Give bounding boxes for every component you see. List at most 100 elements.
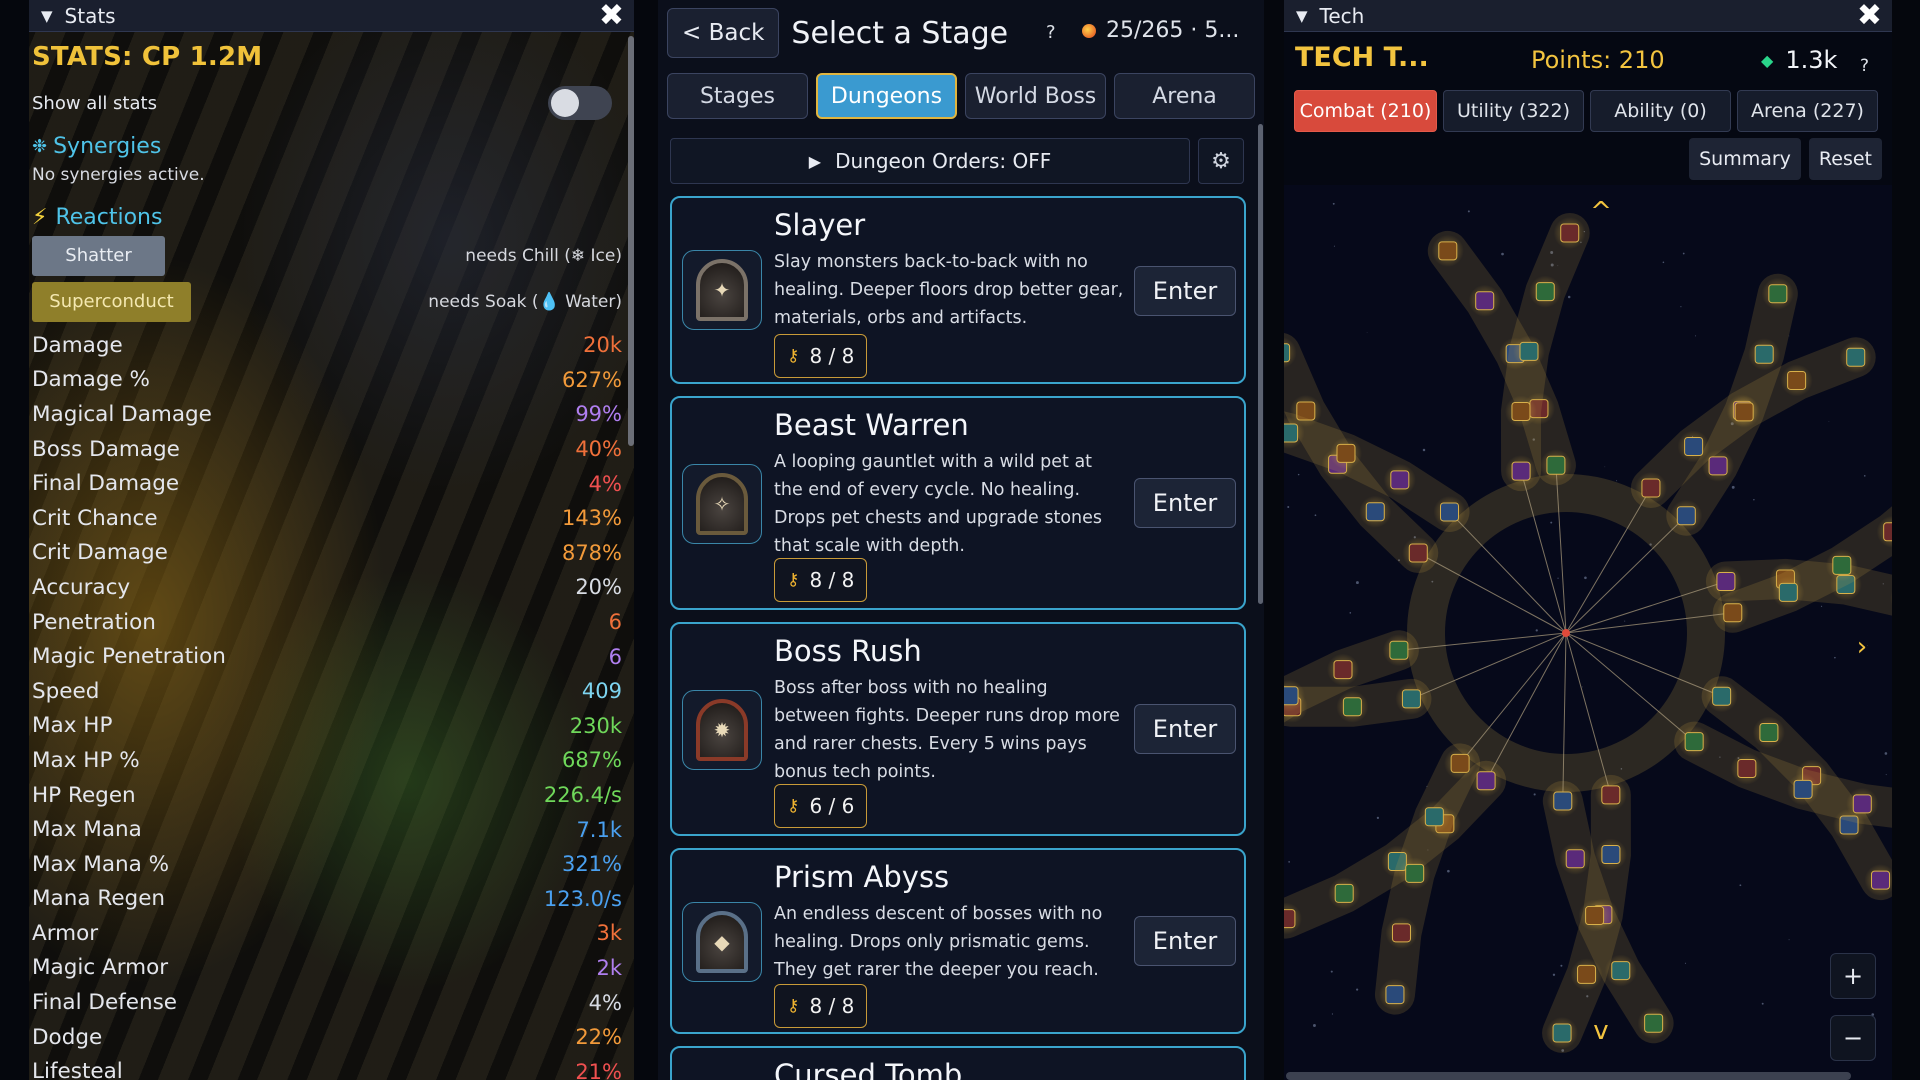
tech-node[interactable] — [1336, 443, 1356, 463]
tech-tree[interactable]: ^ v › — [1284, 185, 1892, 1080]
dungeon-card[interactable]: Cursed Tomb — [670, 1046, 1246, 1080]
nav-down-arrow-icon[interactable]: v — [1593, 1016, 1608, 1046]
tech-node[interactable] — [1408, 543, 1428, 563]
tech-node[interactable] — [1284, 423, 1299, 443]
nav-up-arrow-icon[interactable]: ^ — [1590, 197, 1612, 227]
collapse-triangle-icon[interactable]: ▼ — [41, 7, 53, 25]
tree-root-node[interactable] — [1562, 629, 1570, 637]
tech-node[interactable] — [1787, 370, 1807, 390]
tech-node[interactable] — [1883, 522, 1892, 542]
tech-node[interactable] — [1365, 502, 1385, 522]
tech-titlebar[interactable]: ▼ Tech ✖ — [1284, 0, 1892, 32]
tech-node[interactable] — [1712, 686, 1732, 706]
tech-node[interactable] — [1734, 402, 1754, 422]
tech-node[interactable] — [1390, 470, 1410, 490]
tab-dungeons[interactable]: Dungeons — [816, 73, 957, 119]
tech-hscrollbar[interactable] — [1286, 1072, 1851, 1080]
tech-node[interactable] — [1519, 341, 1539, 361]
tech-node[interactable] — [1401, 689, 1421, 709]
tech-node[interactable] — [1405, 863, 1425, 883]
tech-node[interactable] — [1476, 771, 1496, 791]
reset-button[interactable]: Reset — [1808, 138, 1882, 180]
tech-node[interactable] — [1676, 506, 1696, 526]
tech-node[interactable] — [1475, 291, 1495, 311]
tech-node[interactable] — [1846, 347, 1866, 367]
tech-node[interactable] — [1284, 343, 1291, 363]
tech-node[interactable] — [1601, 844, 1621, 864]
tab-world-boss[interactable]: World Boss — [965, 73, 1106, 119]
tech-node[interactable] — [1552, 1023, 1572, 1043]
tech-node[interactable] — [1511, 461, 1531, 481]
tech-node[interactable] — [1546, 455, 1566, 475]
back-button[interactable]: < Back — [667, 8, 780, 58]
tab-stages[interactable]: Stages — [667, 73, 808, 119]
tech-node[interactable] — [1684, 732, 1704, 752]
gear-icon[interactable]: ⚙ — [1198, 138, 1244, 184]
tech-node[interactable] — [1334, 883, 1354, 903]
tech-node[interactable] — [1708, 456, 1728, 476]
tech-node[interactable] — [1553, 791, 1573, 811]
enter-button[interactable]: Enter — [1134, 916, 1236, 966]
tech-node[interactable] — [1754, 344, 1774, 364]
tech-node[interactable] — [1565, 849, 1585, 869]
tech-node[interactable] — [1511, 402, 1531, 422]
tech-node[interactable] — [1284, 686, 1299, 706]
tech-node[interactable] — [1284, 909, 1296, 929]
close-icon[interactable]: ✖ — [599, 1, 624, 31]
superconduct-button[interactable]: Superconduct — [32, 282, 191, 322]
nav-right-arrow-icon[interactable]: › — [1857, 632, 1867, 662]
stage-scrollbar[interactable] — [1258, 124, 1263, 604]
dungeon-orders-button[interactable]: ▶ Dungeon Orders: OFF — [670, 138, 1190, 184]
tech-node[interactable] — [1450, 753, 1470, 773]
tech-node[interactable] — [1768, 284, 1788, 304]
tech-node[interactable] — [1601, 785, 1621, 805]
dungeon-card[interactable]: Boss Rush ✹ Boss after boss with no healin… — [670, 622, 1246, 836]
tech-node[interactable] — [1342, 697, 1362, 717]
summary-button[interactable]: Summary — [1689, 138, 1801, 180]
tab-combat[interactable]: Combat (210) — [1294, 90, 1437, 132]
tab-arena-tech[interactable]: Arena (227) — [1737, 90, 1878, 132]
tech-node[interactable] — [1385, 985, 1405, 1005]
tech-node[interactable] — [1389, 640, 1409, 660]
stats-titlebar[interactable]: ▼ Stats ✖ — [29, 0, 634, 32]
tech-node[interactable] — [1440, 502, 1460, 522]
tab-utility[interactable]: Utility (322) — [1443, 90, 1584, 132]
dungeon-card[interactable]: Beast Warren ✧ A looping gauntlet with a w… — [670, 396, 1246, 610]
enter-button[interactable]: Enter — [1134, 478, 1236, 528]
tab-ability[interactable]: Ability (0) — [1590, 90, 1731, 132]
tech-node[interactable] — [1759, 723, 1779, 743]
enter-button[interactable]: Enter — [1134, 266, 1236, 316]
tech-node[interactable] — [1684, 436, 1704, 456]
dungeon-card[interactable]: Prism Abyss ◆ An endless descent of bosses… — [670, 848, 1246, 1034]
tech-node[interactable] — [1535, 282, 1555, 302]
tech-node[interactable] — [1871, 870, 1891, 890]
tech-node[interactable] — [1333, 660, 1353, 680]
help-button[interactable]: ? — [1046, 22, 1056, 43]
tech-node[interactable] — [1852, 794, 1872, 814]
tab-arena[interactable]: Arena — [1114, 73, 1255, 119]
dungeon-card[interactable]: Slayer ✦ Slay monsters back-to-back with n… — [670, 196, 1246, 384]
enter-button[interactable]: Enter — [1134, 704, 1236, 754]
show-all-toggle[interactable] — [548, 86, 612, 120]
collapse-triangle-icon[interactable]: ▼ — [1296, 7, 1308, 25]
tech-node[interactable] — [1778, 582, 1798, 602]
zoom-out-button[interactable]: − — [1830, 1015, 1876, 1061]
tech-node[interactable] — [1424, 807, 1444, 827]
tech-node[interactable] — [1641, 478, 1661, 498]
tech-node[interactable] — [1644, 1013, 1664, 1033]
tech-help-button[interactable]: ? — [1860, 56, 1869, 76]
tech-node[interactable] — [1391, 923, 1411, 943]
close-icon[interactable]: ✖ — [1857, 1, 1882, 31]
tech-node[interactable] — [1737, 759, 1757, 779]
tech-node[interactable] — [1560, 223, 1580, 243]
tech-node[interactable] — [1723, 603, 1743, 623]
zoom-in-button[interactable]: + — [1830, 953, 1876, 999]
shatter-button[interactable]: Shatter — [32, 236, 165, 276]
tech-node[interactable] — [1832, 555, 1852, 575]
tech-node[interactable] — [1793, 779, 1813, 799]
tech-node[interactable] — [1438, 241, 1458, 261]
tech-node[interactable] — [1611, 961, 1631, 981]
tech-node[interactable] — [1585, 906, 1605, 926]
tech-node[interactable] — [1716, 572, 1736, 592]
tech-node[interactable] — [1577, 964, 1597, 984]
